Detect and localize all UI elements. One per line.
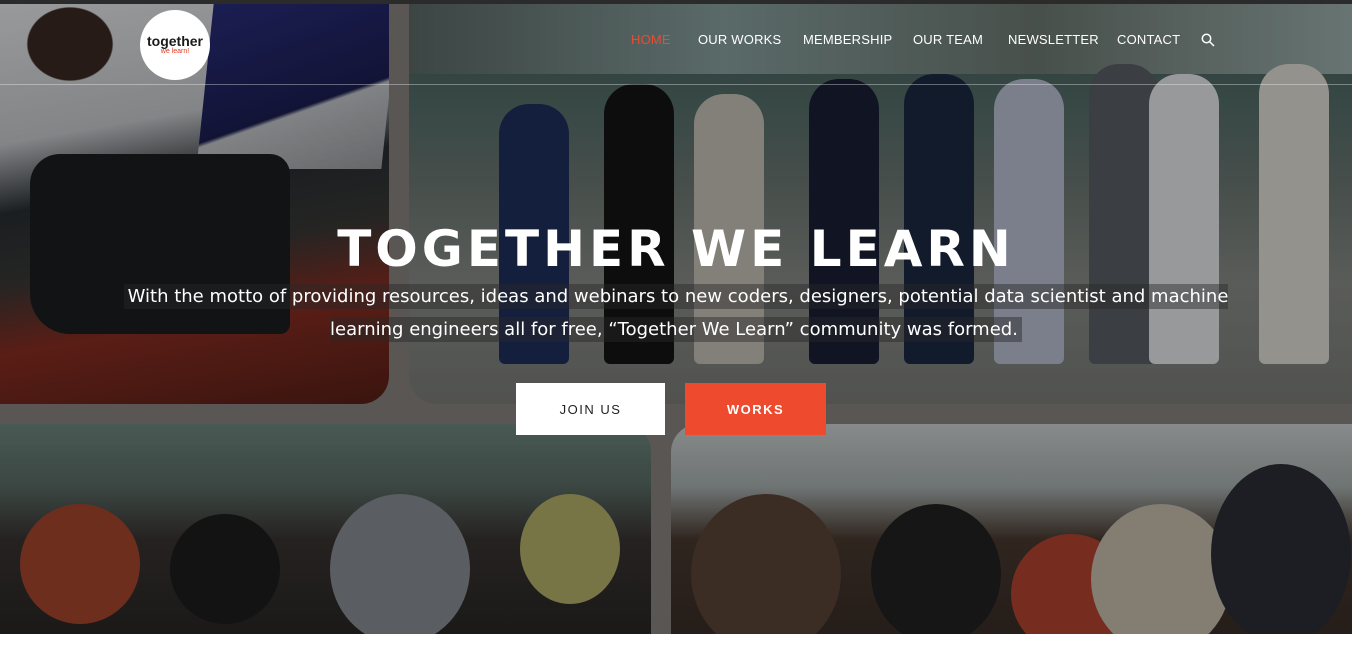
nav-item-our-team[interactable]: OUR TEAM (913, 32, 983, 47)
hero-description-text: With the motto of providing resources, i… (123, 284, 1229, 342)
hero-description: With the motto of providing resources, i… (120, 280, 1232, 346)
works-button[interactable]: WORKS (685, 383, 826, 435)
logo-tagline: we learn! (160, 48, 190, 55)
hero-title: TOGETHER WE LEARN (337, 219, 1015, 278)
nav-item-newsletter[interactable]: NEWSLETTER (1008, 32, 1099, 47)
nav-item-our-works[interactable]: OUR WORKS (698, 32, 781, 47)
site-header: together we learn! HOME OUR WORKS MEMBER… (0, 4, 1352, 85)
nav-item-home[interactable]: HOME (631, 32, 671, 47)
nav-item-contact[interactable]: CONTACT (1117, 32, 1180, 47)
nav-item-membership[interactable]: MEMBERSHIP (803, 32, 892, 47)
site-logo[interactable]: together we learn! (140, 10, 210, 80)
logo-wordmark: together (147, 33, 203, 49)
search-icon[interactable] (1201, 33, 1215, 47)
join-us-button[interactable]: JOIN US (516, 383, 665, 435)
